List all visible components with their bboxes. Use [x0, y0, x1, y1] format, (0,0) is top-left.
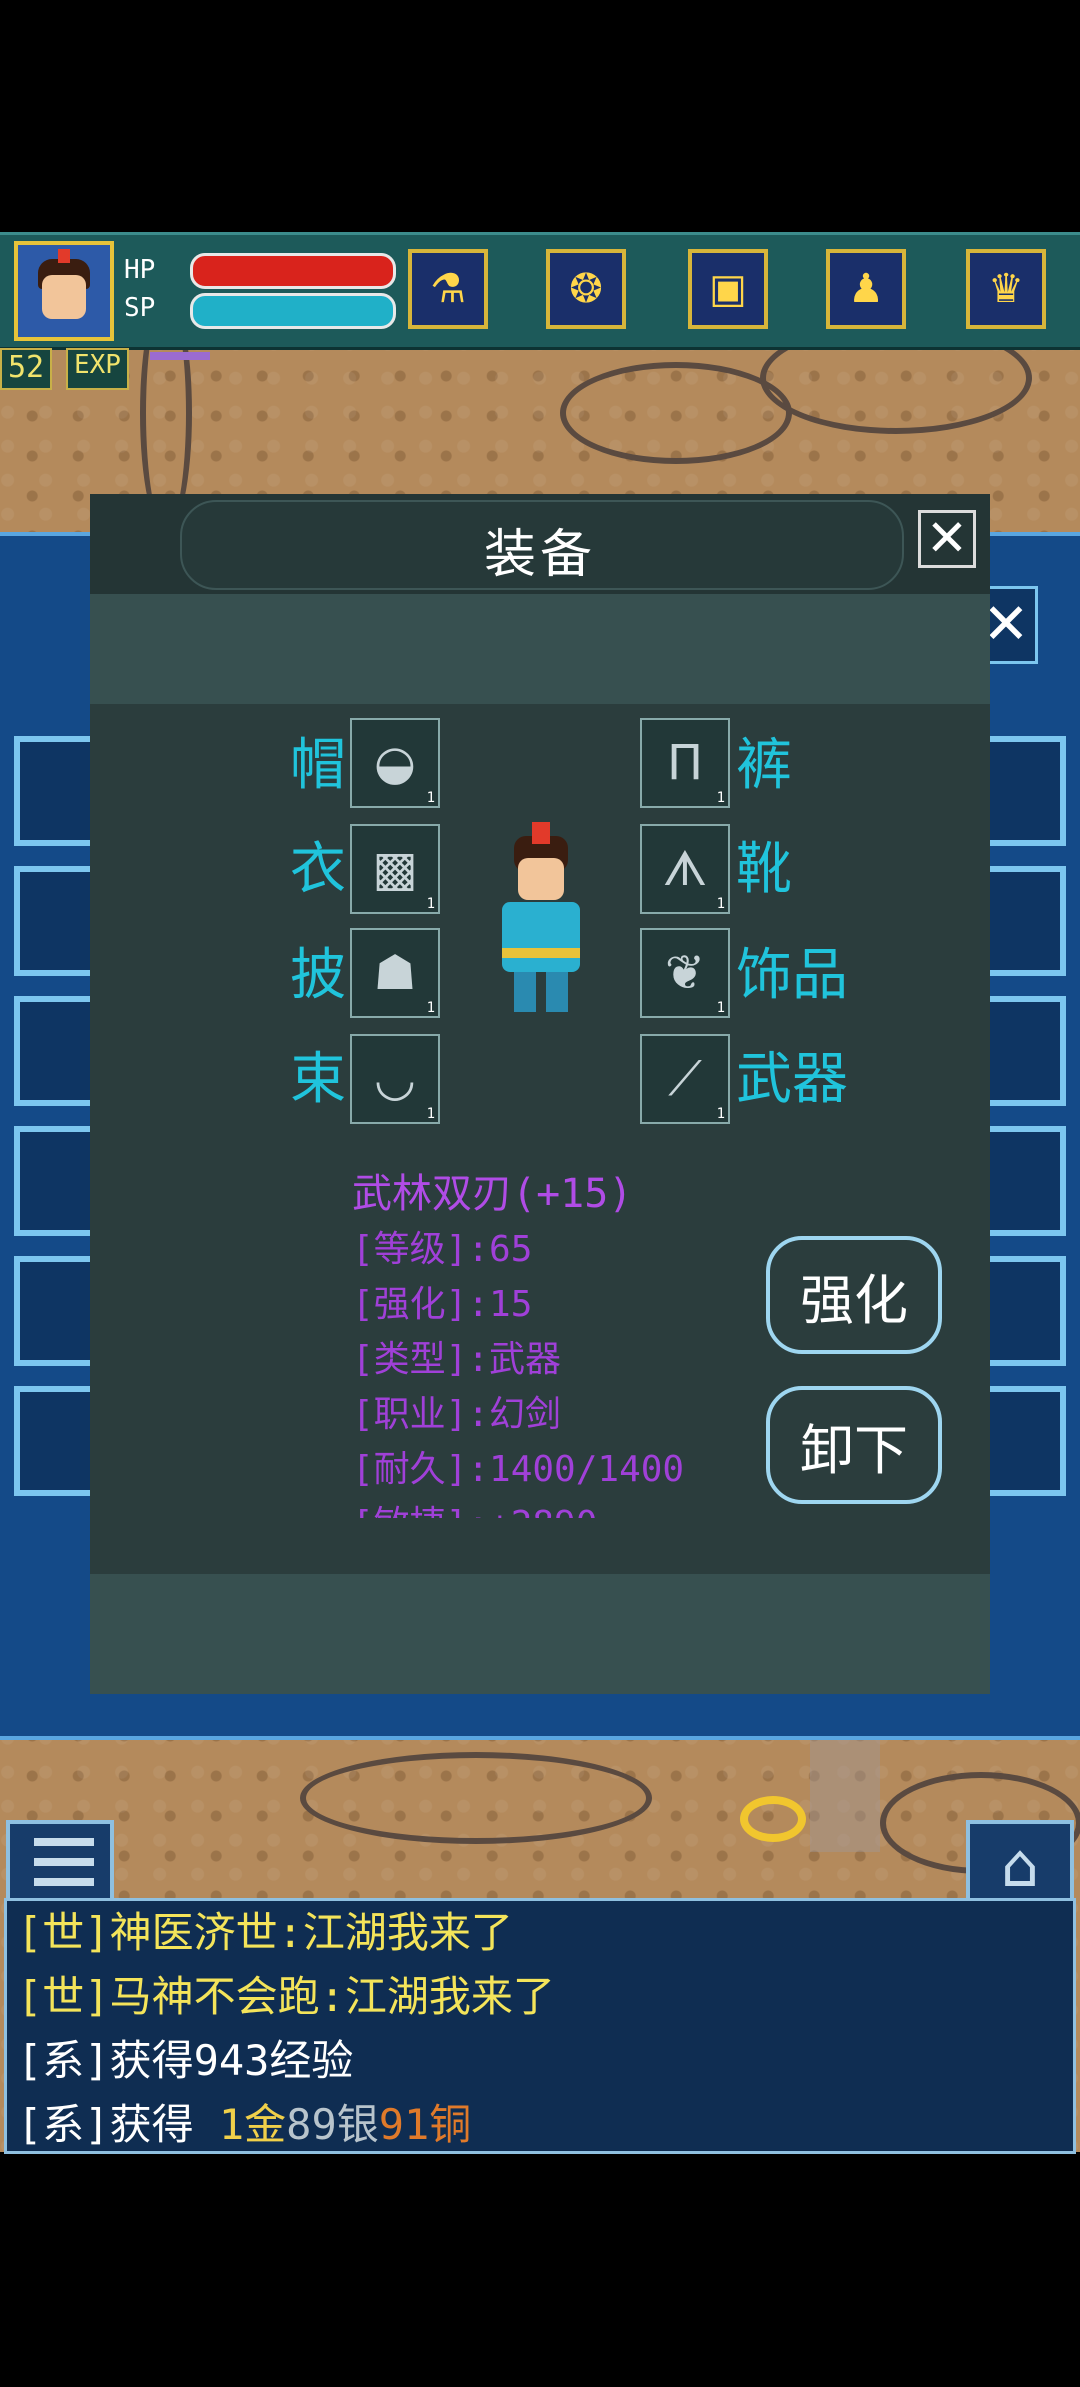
dialog-footer [90, 1574, 990, 1694]
item-stat-row: [敏捷]:+2890 [352, 1497, 792, 1518]
armor-icon: ▩ [372, 841, 418, 897]
background-slot [980, 866, 1066, 976]
chat-text: 获得943经验 [109, 2036, 354, 2085]
cloak-icon: ☗ [373, 945, 417, 1001]
dialog-title: 装备 [483, 525, 596, 585]
dialog-header: 装备 ✕ [90, 494, 990, 594]
boots-icon: ᗑ [662, 840, 708, 897]
slot-label-cloak: 披 [290, 943, 346, 1008]
item-qty: 1 [426, 896, 435, 912]
pants-icon: Π [666, 735, 704, 791]
direction-arrow [810, 1732, 880, 1852]
chat-line-world: [世]马神不会跑:江湖我来了 [17, 1965, 1063, 2029]
background-slot [980, 736, 1066, 846]
accessory-slot[interactable]: ❦ 1 [640, 928, 730, 1018]
belt-icon: ◡ [374, 1051, 416, 1107]
enhance-button[interactable]: 强化 [766, 1236, 942, 1354]
gourd-icon[interactable]: ❂ [546, 249, 626, 329]
unequip-button[interactable]: 卸下 [766, 1386, 942, 1504]
chat-text: 马神不会跑:江湖我来了 [109, 1972, 555, 2021]
weapon-slot[interactable]: ⟋ 1 [640, 1034, 730, 1124]
top-hud: HP SP ⚗ ❂ ▣ ♟ ♛ [0, 232, 1080, 350]
chat-prefix: [系] [17, 2036, 110, 2085]
background-slot [14, 1256, 100, 1366]
sword-icon: ⟋ [668, 1050, 702, 1107]
map-chain [560, 362, 792, 464]
item-stat-row: [职业]:幻剑 [352, 1394, 562, 1435]
copper-amount: 91铜 [378, 2100, 472, 2149]
chat-prefix: [系]获得 [17, 2100, 219, 2149]
menu-icon [34, 1838, 94, 1846]
hat-slot[interactable]: ◒ 1 [350, 718, 440, 808]
item-qty: 1 [426, 1106, 435, 1122]
player-avatar[interactable] [14, 241, 114, 341]
scroll-icon[interactable]: ▣ [688, 249, 768, 329]
slot-label-weapon: 武器 [736, 1047, 848, 1112]
item-qty: 1 [716, 1106, 725, 1122]
helmet-icon: ◒ [374, 735, 416, 791]
pants-slot[interactable]: Π 1 [640, 718, 730, 808]
hp-label: HP [124, 255, 156, 285]
hp-bar [190, 253, 396, 289]
slot-label-boots: 靴 [736, 837, 792, 902]
item-title: 武林双刃(+15) [352, 1171, 633, 1217]
item-qty: 1 [426, 790, 435, 806]
party-icon[interactable]: ♟ [826, 249, 906, 329]
item-stat-row: [等级]:65 [352, 1229, 533, 1270]
background-slot [14, 996, 100, 1106]
slot-label-pants: 裤 [736, 733, 792, 798]
cloak-slot[interactable]: ☗ 1 [350, 928, 440, 1018]
background-slot [14, 1126, 100, 1236]
chat-text: 神医济世:江湖我来了 [109, 1908, 513, 1957]
background-slot [980, 1386, 1066, 1496]
background-slot [14, 736, 100, 846]
chat-log[interactable]: [世]神医济世:江湖我来了 [世]马神不会跑:江湖我来了 [系]获得943经验 … [4, 1898, 1076, 2154]
target-ring-marker [740, 1796, 806, 1842]
exp-bar [150, 352, 210, 360]
chat-line-system: [系]获得943经验 [17, 2029, 1063, 2093]
sp-bar [190, 293, 396, 329]
map-chain [300, 1752, 652, 1844]
potion-icon[interactable]: ⚗ [408, 249, 488, 329]
item-stat-row: [耐久]:1400/1400 [352, 1449, 685, 1490]
sp-label: SP [124, 293, 156, 323]
background-slot [14, 1386, 100, 1496]
close-button[interactable]: ✕ [918, 510, 976, 568]
level-badge: 52 [0, 348, 53, 390]
slot-label-belt: 束 [290, 1047, 346, 1112]
belt-slot[interactable]: ◡ 1 [350, 1034, 440, 1124]
character-preview [480, 822, 600, 1018]
menu-icon-line [34, 1858, 94, 1866]
item-qty: 1 [716, 896, 725, 912]
item-stat-row: [强化]:15 [352, 1284, 533, 1325]
item-stat-row: [类型]:武器 [352, 1339, 562, 1380]
chat-line-world: [世]神医济世:江湖我来了 [17, 1901, 1063, 1965]
equipment-dialog: 装备 ✕ 帽 ◒ 1 衣 ▩ 1 披 ☗ 1 束 ◡ 1 Π 1 裤 ᗑ 1 靴… [90, 494, 990, 1694]
chat-prefix: [世] [17, 1972, 110, 2021]
item-qty: 1 [426, 1000, 435, 1016]
background-slot [14, 866, 100, 976]
menu-icon-line [34, 1878, 94, 1886]
slot-label-accessory: 饰品 [736, 943, 848, 1008]
exp-label: EXP [66, 348, 129, 390]
silver-amount: 89银 [286, 2100, 379, 2149]
boots-slot[interactable]: ᗑ 1 [640, 824, 730, 914]
accessory-icon: ❦ [664, 945, 706, 1001]
gold-amount: 1金 [218, 2100, 287, 2149]
item-qty: 1 [716, 790, 725, 806]
chat-line-money: [系]获得 1金89银91铜 [17, 2093, 1063, 2157]
crown-icon[interactable]: ♛ [966, 249, 1046, 329]
slot-label-clothes: 衣 [290, 837, 346, 902]
item-qty: 1 [716, 1000, 725, 1016]
chat-prefix: [世] [17, 1908, 110, 1957]
slot-label-hat: 帽 [290, 733, 346, 798]
item-info-panel[interactable]: 武林双刃(+15) [等级]:65 [强化]:15 [类型]:武器 [职业]:幻… [352, 1166, 792, 1518]
dialog-subheader [90, 594, 990, 704]
clothes-slot[interactable]: ▩ 1 [350, 824, 440, 914]
background-slot [980, 996, 1066, 1106]
background-slot [980, 1256, 1066, 1366]
background-slot [980, 1126, 1066, 1236]
